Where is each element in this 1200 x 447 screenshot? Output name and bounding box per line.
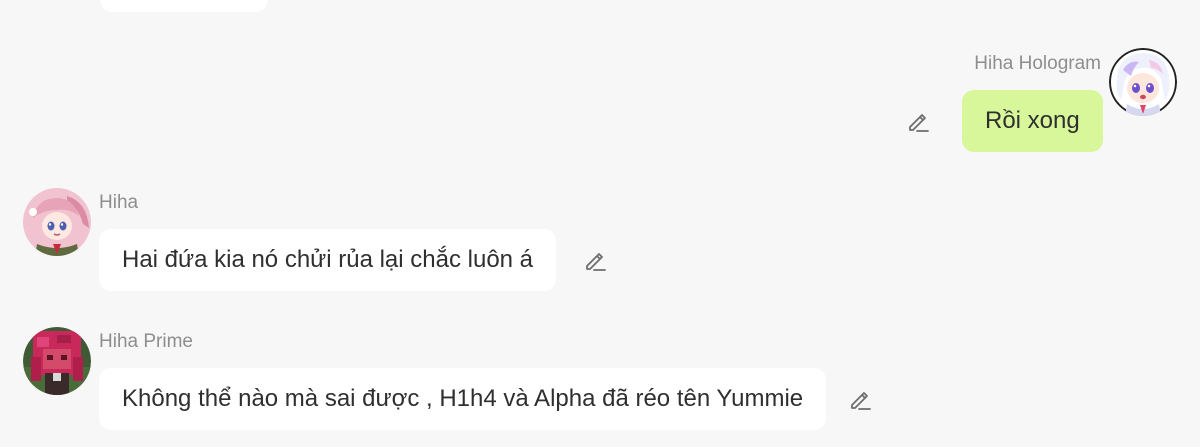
anime-character-avatar-icon [23,188,91,256]
edit-message-icon[interactable] [847,386,873,412]
avatar[interactable] [1109,48,1177,116]
pencil-icon [851,392,871,410]
pixel-character-avatar-icon [23,327,91,395]
chat-message-list: Hiha Hologram Rồi xong Hiha Hai đứa kia … [0,0,1200,447]
edit-message-icon[interactable] [582,247,608,273]
anime-character-avatar-icon [1109,48,1177,116]
sender-name: Hiha [99,192,139,213]
pencil-icon [909,114,929,132]
avatar[interactable] [23,327,91,395]
message-bubble[interactable]: Hai đứa kia nó chửi rủa lại chắc luôn á [99,229,557,291]
message-bubble[interactable]: Không thể nào mà sai được , H1h4 và Alph… [99,368,827,430]
avatar[interactable] [23,188,91,256]
pencil-icon [586,253,606,271]
sender-name: Hiha Hologram [974,53,1101,74]
previous-message-bubble[interactable] [100,0,268,12]
message-bubble-own[interactable]: Rồi xong [962,90,1103,152]
sender-name: Hiha Prime [99,331,193,352]
edit-message-icon[interactable] [905,108,931,134]
